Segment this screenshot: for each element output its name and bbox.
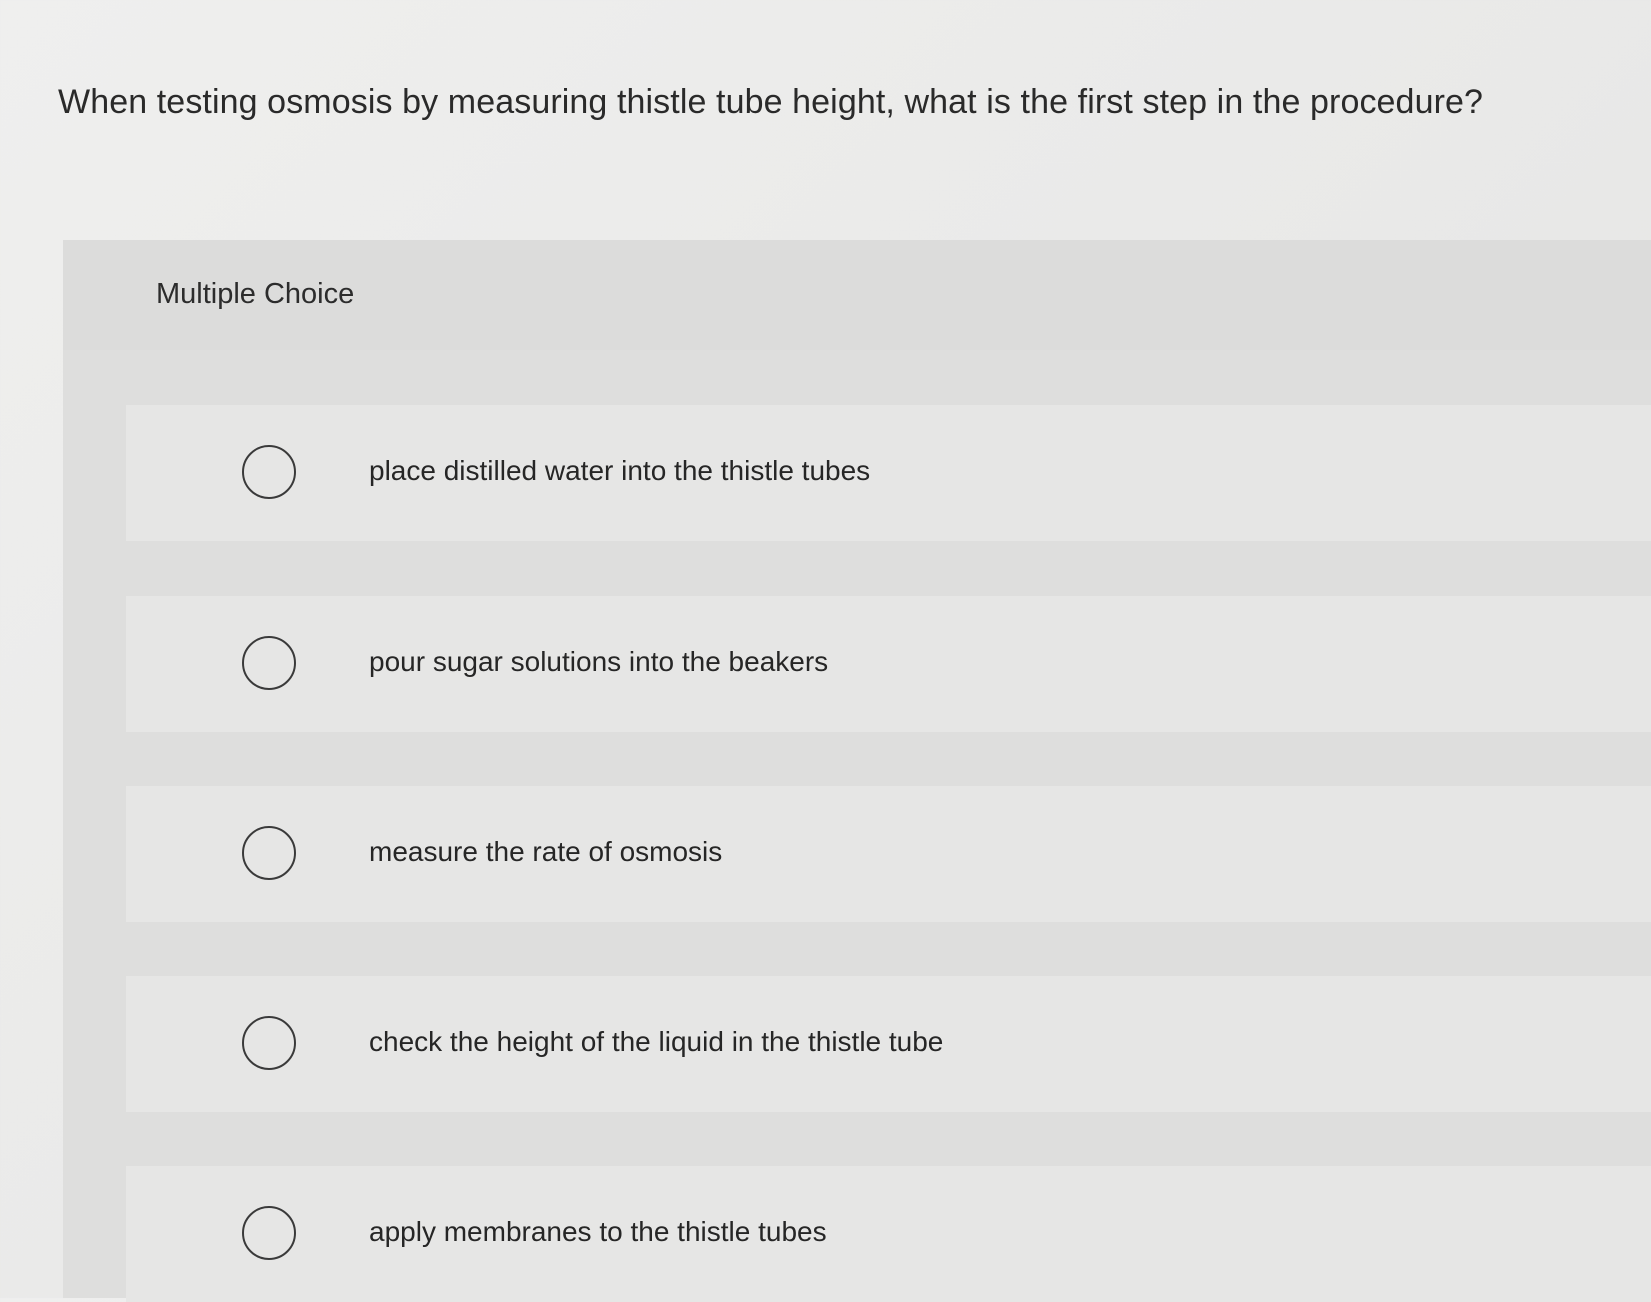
multiple-choice-panel: Multiple Choice place distilled water in… bbox=[63, 240, 1651, 1302]
answer-option-label: place distilled water into the thistle t… bbox=[369, 455, 871, 486]
answer-option-5[interactable]: apply membranes to the thistle tubes bbox=[126, 1166, 1651, 1302]
radio-button-icon[interactable] bbox=[242, 636, 296, 690]
radio-button-icon[interactable] bbox=[242, 826, 296, 880]
answer-option-3[interactable]: measure the rate of osmosis bbox=[126, 786, 1651, 922]
question-type-label: Multiple Choice bbox=[156, 278, 355, 310]
answer-option-label: apply membranes to the thistle tubes bbox=[369, 1216, 827, 1247]
answer-option-label: pour sugar solutions into the beakers bbox=[369, 646, 829, 677]
radio-button-icon[interactable] bbox=[242, 1016, 296, 1070]
radio-button-icon[interactable] bbox=[242, 1206, 296, 1260]
answer-option-label: check the height of the liquid in the th… bbox=[369, 1026, 944, 1057]
answer-option-1[interactable]: place distilled water into the thistle t… bbox=[126, 405, 1651, 541]
answer-option-label: measure the rate of osmosis bbox=[369, 836, 723, 867]
question-text: When testing osmosis by measuring thistl… bbox=[58, 83, 1484, 121]
radio-button-icon[interactable] bbox=[242, 445, 296, 499]
panel-header: Multiple Choice bbox=[63, 240, 1651, 350]
answer-option-4[interactable]: check the height of the liquid in the th… bbox=[126, 976, 1651, 1112]
answer-option-2[interactable]: pour sugar solutions into the beakers bbox=[126, 596, 1651, 732]
